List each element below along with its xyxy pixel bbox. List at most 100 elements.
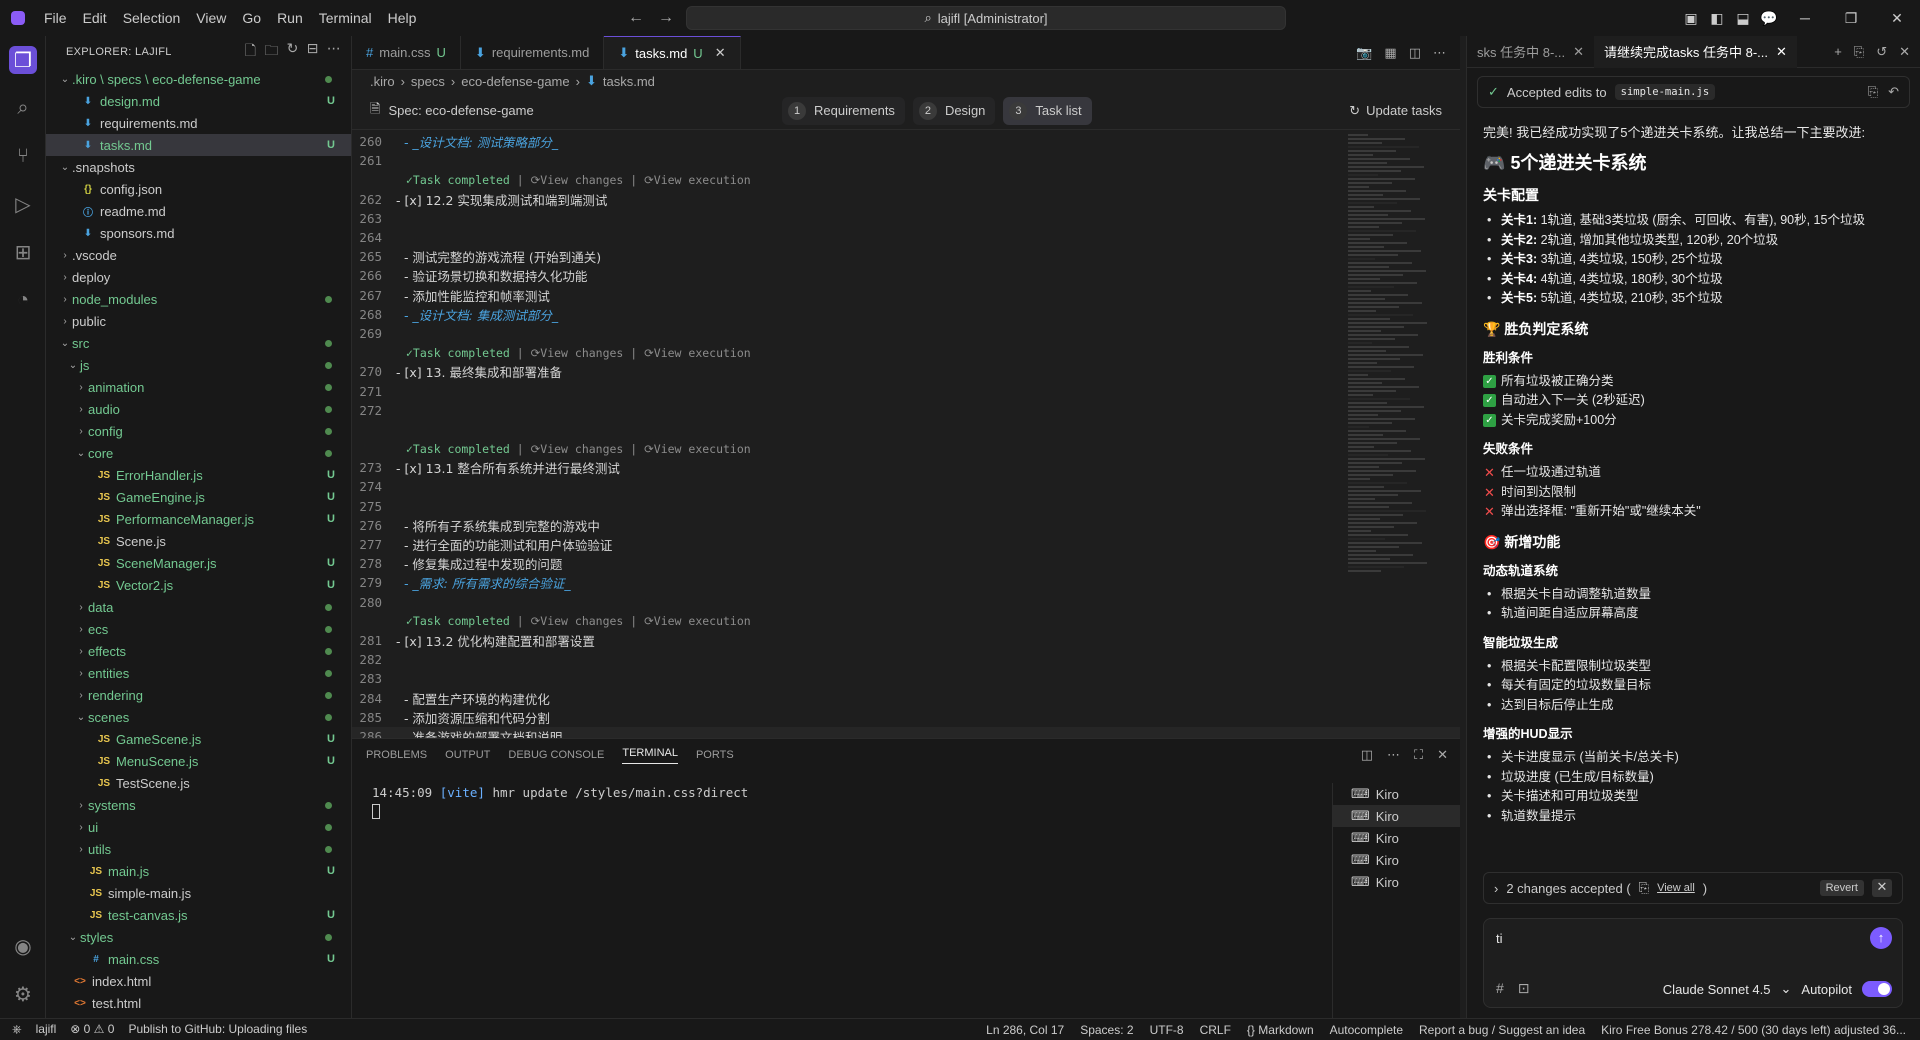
tab-requirements-md[interactable]: ⬇ requirements.md [461, 36, 605, 69]
tree-item[interactable]: JS ErrorHandler.js U [46, 464, 351, 486]
tree-item[interactable]: › audio [46, 398, 351, 420]
back-arrow-icon[interactable]: ← [628, 9, 644, 27]
tree-item[interactable]: JS GameEngine.js U [46, 486, 351, 508]
chat-input[interactable]: ti ↑ # ⊡ Claude Sonnet 4.5 ⌄ Autopilot [1483, 918, 1903, 1008]
autopilot-toggle[interactable] [1862, 981, 1892, 997]
tree-item[interactable]: › deploy [46, 266, 351, 288]
image-icon[interactable]: ⊡ [1518, 980, 1530, 997]
tree-item[interactable]: JS Scene.js [46, 530, 351, 552]
view-execution-link[interactable]: ⟳View execution [644, 173, 751, 187]
tree-item[interactable]: ⌄ .snapshots [46, 156, 351, 178]
source-control-activity[interactable]: ⑂ [0, 132, 46, 180]
menu-terminal[interactable]: Terminal [311, 0, 380, 36]
tree-item[interactable]: › node_modules [46, 288, 351, 310]
close-window-icon[interactable]: ✕ [1874, 10, 1920, 27]
new-chat-icon[interactable]: + [1834, 44, 1842, 60]
tree-item[interactable]: ⬇ tasks.md U [46, 134, 351, 156]
command-center[interactable]: ⌕ lajifl [Administrator] [686, 6, 1286, 30]
close-icon[interactable]: ✕ [1899, 44, 1910, 60]
tree-item[interactable]: ⬇ sponsors.md [46, 222, 351, 244]
update-tasks-button[interactable]: ↻ Update tasks [1349, 103, 1442, 119]
chat-icon[interactable]: 💬 [1756, 10, 1782, 27]
more-icon[interactable]: ⋯ [1433, 45, 1446, 61]
breadcrumb-item[interactable]: tasks.md [603, 74, 655, 89]
explorer-activity[interactable]: ❐ [0, 36, 46, 84]
step-design[interactable]: 2 Design [912, 96, 996, 125]
maximize-icon[interactable]: ⛶ [1414, 747, 1423, 763]
view-execution-link[interactable]: ⟳View execution [644, 346, 751, 360]
close-icon[interactable]: ✕ [1437, 747, 1448, 763]
view-all-link[interactable]: View all [1657, 882, 1695, 894]
terminal-item[interactable]: ⌨ Kiro [1333, 783, 1460, 805]
status-problems[interactable]: ⊗ 0 ⚠ 0 [70, 1022, 114, 1037]
tree-item[interactable]: › ecs [46, 618, 351, 640]
accounts-activity[interactable]: ◉ [0, 922, 46, 970]
more-icon[interactable]: ⋯ [327, 40, 341, 64]
status-report-bug[interactable]: Report a bug / Suggest an idea [1419, 1023, 1585, 1037]
status-eol[interactable]: CRLF [1200, 1023, 1231, 1037]
chat-context-icon[interactable]: ⎘ [1854, 44, 1864, 60]
tab-problems[interactable]: PROBLEMS [366, 749, 427, 761]
tree-item[interactable]: JS main.js U [46, 860, 351, 882]
tree-item[interactable]: ⌄ .kiro \ specs \ eco-defense-game [46, 68, 351, 90]
tree-item[interactable]: ⬇ requirements.md [46, 112, 351, 134]
tree-item[interactable]: ⌄ core [46, 442, 351, 464]
tree-item[interactable]: ⓘ readme.md [46, 200, 351, 222]
close-icon[interactable]: ✕ [1573, 44, 1584, 60]
view-execution-link[interactable]: ⟳View execution [644, 614, 751, 628]
step-task-list[interactable]: 3 Task list [1003, 96, 1092, 125]
step-requirements[interactable]: 1 Requirements [782, 96, 905, 125]
chat-tab[interactable]: sks 任务中 8-... ✕ [1467, 36, 1594, 68]
split-terminal-icon[interactable]: ◫ [1361, 747, 1373, 763]
undo-icon[interactable]: ↶ [1888, 84, 1899, 100]
tab-debug-console[interactable]: DEBUG CONSOLE [508, 749, 604, 761]
collapse-all-icon[interactable]: ⊟ [307, 40, 319, 64]
tree-item[interactable]: JS Vector2.js U [46, 574, 351, 596]
tree-item[interactable]: ⌄ scenes [46, 706, 351, 728]
menu-view[interactable]: View [188, 0, 234, 36]
terminal-item[interactable]: ⌨ Kiro [1333, 805, 1460, 827]
tree-item[interactable]: › systems [46, 794, 351, 816]
terminal-item[interactable]: ⌨ Kiro [1333, 827, 1460, 849]
status-publish[interactable]: Publish to GitHub: Uploading files [128, 1022, 307, 1037]
run-debug-activity[interactable]: ▷ [0, 180, 46, 228]
tab-terminal[interactable]: TERMINAL [622, 747, 678, 764]
view-execution-link[interactable]: ⟳View execution [644, 442, 751, 456]
layout-customize-icon[interactable]: ▣ [1678, 10, 1704, 27]
tree-item[interactable]: › public [46, 310, 351, 332]
split-editor-icon[interactable]: ◫ [1409, 45, 1421, 61]
kiro-activity[interactable]: ◔ [0, 276, 46, 324]
tree-item[interactable]: JS PerformanceManager.js U [46, 508, 351, 530]
remote-icon[interactable]: ⎈ [12, 1022, 22, 1037]
restore-icon[interactable]: ❐ [1828, 10, 1874, 27]
camera-icon[interactable]: 📷 [1356, 45, 1372, 61]
tree-item[interactable]: ⬇ design.md U [46, 90, 351, 112]
terminal-item[interactable]: ⌨ Kiro [1333, 849, 1460, 871]
tree-item[interactable]: ⌄ styles [46, 926, 351, 948]
terminal-item[interactable]: ⌨ Kiro [1333, 871, 1460, 893]
revert-button[interactable]: Revert [1819, 880, 1864, 896]
tree-item[interactable]: JS test-canvas.js U [46, 904, 351, 926]
breadcrumb-item[interactable]: eco-defense-game [461, 74, 569, 89]
more-icon[interactable]: ⋯ [1387, 747, 1400, 763]
tab-tasks-md[interactable]: ⬇ tasks.md U ✕ [604, 36, 741, 69]
code-editor[interactable]: 260 - _设计文档: 测试策略部分_ 261 ✓Task completed |… [352, 132, 1460, 738]
tree-item[interactable]: JS SceneManager.js U [46, 552, 351, 574]
tree-item[interactable]: JS MenuScene.js U [46, 750, 351, 772]
chevron-right-icon[interactable]: › [1494, 881, 1498, 896]
breadcrumb-item[interactable]: .kiro [370, 74, 395, 89]
menu-run[interactable]: Run [269, 0, 311, 36]
status-position[interactable]: Ln 286, Col 17 [986, 1023, 1064, 1037]
send-arrow-icon[interactable]: ↑ [1870, 927, 1892, 949]
diff-icon[interactable]: ⎘ [1868, 84, 1878, 100]
view-changes-link[interactable]: ⟳View changes [531, 173, 624, 187]
view-changes-link[interactable]: ⟳View changes [531, 346, 624, 360]
preview-icon[interactable]: ▦ [1384, 45, 1396, 61]
close-icon[interactable]: ✕ [1872, 879, 1892, 897]
model-selector[interactable]: Claude Sonnet 4.5 [1663, 982, 1771, 997]
refresh-icon[interactable]: ↻ [287, 40, 299, 64]
view-changes-link[interactable]: ⟳View changes [531, 614, 624, 628]
tree-item[interactable]: › rendering [46, 684, 351, 706]
history-icon[interactable]: ↺ [1876, 44, 1887, 60]
tree-item[interactable]: › utils [46, 838, 351, 860]
